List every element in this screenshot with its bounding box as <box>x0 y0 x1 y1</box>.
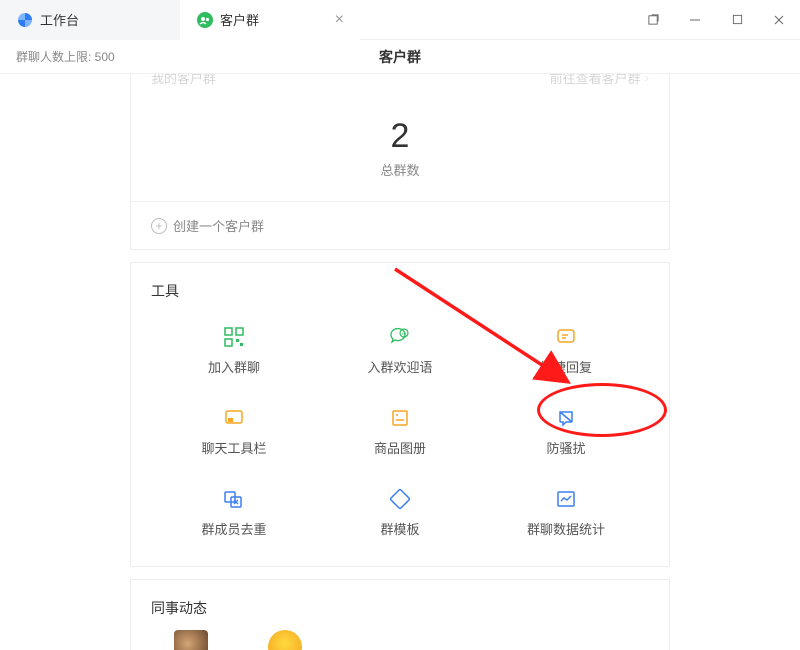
open-external-button[interactable] <box>632 0 674 40</box>
colleague-item[interactable] <box>151 630 231 650</box>
group-limit-text: 群聊人数上限: 500 <box>16 48 115 65</box>
tools-grid: 加入群聊 Hi 入群欢迎语 快捷回复 聊天工具栏 <box>151 313 649 556</box>
workbench-icon <box>16 11 34 29</box>
view-groups-link[interactable]: 前往查看客户群 › <box>550 74 649 87</box>
block-chat-icon <box>554 406 578 430</box>
tool-chat-toolbar[interactable]: 聊天工具栏 <box>151 394 317 475</box>
tab-close-button[interactable]: × <box>335 11 344 29</box>
minimize-button[interactable] <box>674 0 716 40</box>
tool-anti-harassment[interactable]: 防骚扰 <box>483 394 649 475</box>
create-group-button[interactable]: + 创建一个客户群 <box>131 202 669 249</box>
toolbar-icon <box>222 406 246 430</box>
summary-card: 我的客户群 前往查看客户群 › 2 总群数 + 创建一个客户群 <box>130 74 670 250</box>
tool-group-stats[interactable]: 群聊数据统计 <box>483 475 649 556</box>
stats-icon <box>554 487 578 511</box>
tools-title: 工具 <box>151 281 649 301</box>
tab-label: 工作台 <box>40 10 79 29</box>
message-icon <box>554 325 578 349</box>
close-button[interactable] <box>758 0 800 40</box>
dedup-icon <box>222 487 246 511</box>
avatar-row <box>151 630 649 650</box>
colleague-title: 同事动态 <box>151 598 649 618</box>
summary-header: 我的客户群 前往查看客户群 › <box>131 74 669 93</box>
album-icon <box>388 406 412 430</box>
sub-header: 群聊人数上限: 500 客户群 <box>0 40 800 74</box>
tab-workbench[interactable]: 工作台 <box>0 0 180 40</box>
tools-card: 工具 加入群聊 Hi 入群欢迎语 快捷回复 <box>130 262 670 567</box>
tab-label: 客户群 <box>220 10 259 29</box>
content-area: 我的客户群 前往查看客户群 › 2 总群数 + 创建一个客户群 工具 加入群聊 <box>0 74 800 650</box>
group-count-number: 2 <box>131 117 669 156</box>
tool-quick-reply[interactable]: 快捷回复 <box>483 313 649 394</box>
title-bar: 工作台 客户群 × <box>0 0 800 40</box>
page-title: 客户群 <box>379 47 421 67</box>
tool-group-template[interactable]: 群模板 <box>317 475 483 556</box>
tool-join-group[interactable]: 加入群聊 <box>151 313 317 394</box>
qrcode-icon <box>222 325 246 349</box>
svg-text:Hi: Hi <box>402 331 406 336</box>
maximize-button[interactable] <box>716 0 758 40</box>
window-controls <box>632 0 800 40</box>
group-count-label: 总群数 <box>131 160 669 179</box>
speech-hi-icon: Hi <box>388 325 412 349</box>
tool-welcome-message[interactable]: Hi 入群欢迎语 <box>317 313 483 394</box>
tool-dedup-members[interactable]: 群成员去重 <box>151 475 317 556</box>
colleague-item[interactable] <box>245 630 325 650</box>
tab-customer-group[interactable]: 客户群 × <box>180 0 360 40</box>
template-icon <box>388 487 412 511</box>
my-groups-label: 我的客户群 <box>151 74 216 87</box>
tool-product-album[interactable]: 商品图册 <box>317 394 483 475</box>
plus-icon: + <box>151 218 167 234</box>
colleague-card: 同事动态 <box>130 579 670 650</box>
avatar-icon <box>174 630 208 650</box>
group-icon <box>196 11 214 29</box>
avatar-icon <box>268 630 302 650</box>
chevron-right-icon: › <box>645 74 649 85</box>
